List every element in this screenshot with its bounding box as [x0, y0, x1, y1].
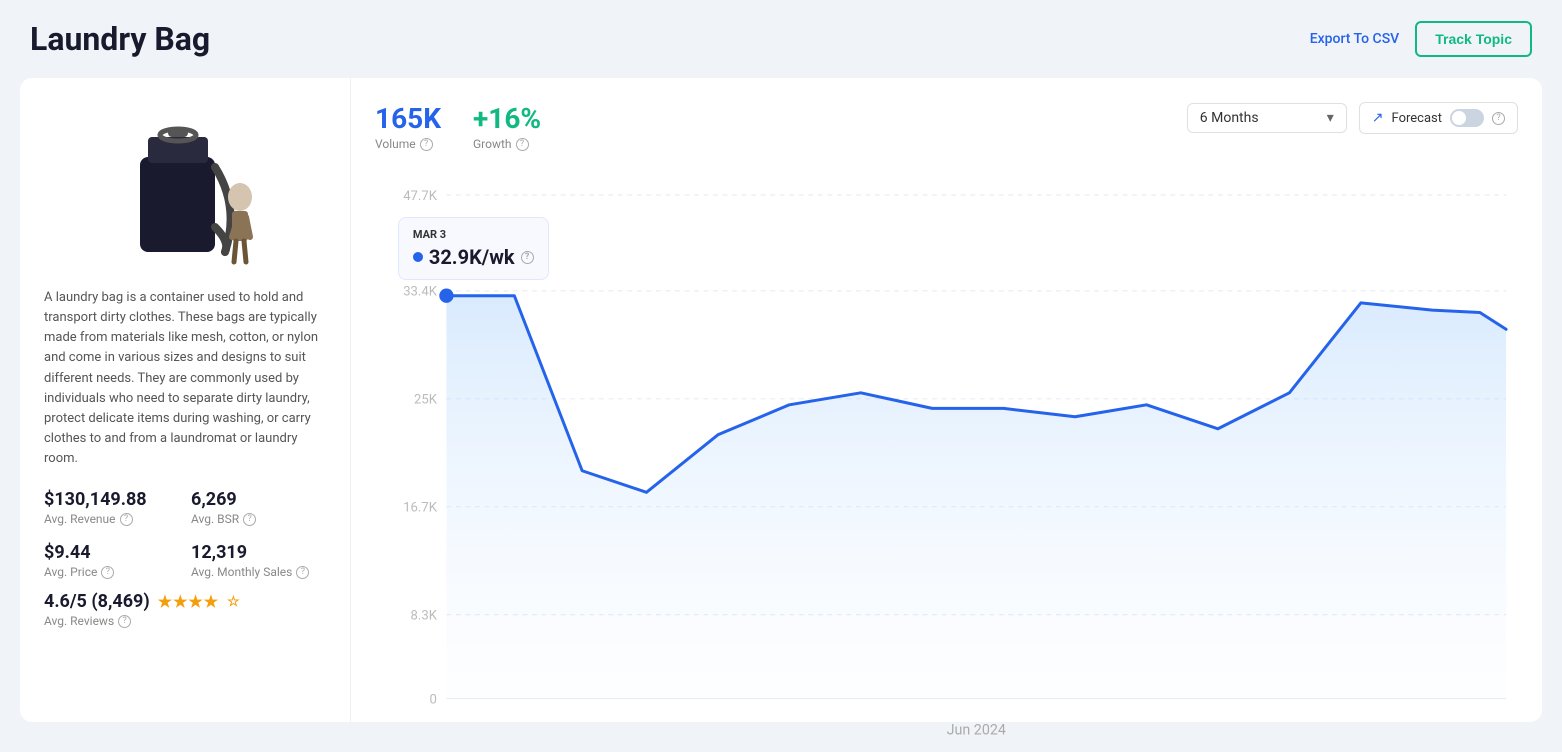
avg-bsr-label: Avg. BSR ?	[191, 512, 326, 526]
chart-metrics: 165K Volume ? +16% Growth ?	[375, 102, 541, 151]
page-header: Laundry Bag Export To CSV Track Topic	[0, 0, 1562, 78]
avg-monthly-sales-help-icon[interactable]: ?	[296, 566, 309, 579]
header-actions: Export To CSV Track Topic	[1310, 21, 1532, 57]
forecast-trend-icon: ↗	[1372, 110, 1384, 126]
product-image-container	[44, 102, 326, 272]
avg-bsr-help-icon[interactable]: ?	[243, 513, 256, 526]
avg-reviews-label: Avg. Reviews ?	[44, 614, 326, 628]
product-description: A laundry bag is a container used to hol…	[44, 288, 326, 469]
main-content: A laundry bag is a container used to hol…	[0, 78, 1562, 742]
avg-revenue-label: Avg. Revenue ?	[44, 512, 179, 526]
forecast-help-icon[interactable]: ?	[1492, 112, 1505, 125]
stat-avg-bsr: 6,269 Avg. BSR ?	[191, 489, 326, 526]
dropdown-arrow-icon: ▾	[1327, 110, 1334, 126]
stat-avg-price: $9.44 Avg. Price ?	[44, 542, 179, 579]
y-label-47k: 47.7K	[403, 189, 437, 204]
growth-value: +16%	[473, 102, 541, 135]
stats-grid: $130,149.88 Avg. Revenue ? 6,269 Avg. BS…	[44, 489, 326, 579]
avg-monthly-sales-label: Avg. Monthly Sales ?	[191, 565, 326, 579]
stat-avg-monthly-sales: 12,319 Avg. Monthly Sales ?	[191, 542, 326, 579]
avg-monthly-sales-value: 12,319	[191, 542, 326, 563]
y-label-0: 0	[430, 692, 437, 707]
avg-price-help-icon[interactable]: ?	[101, 566, 114, 579]
rating-stars: ★★★★	[158, 592, 219, 611]
half-star-icon: ☆	[227, 594, 240, 610]
avg-revenue-help-icon[interactable]: ?	[120, 513, 133, 526]
chart-header: 165K Volume ? +16% Growth ? 6 Months	[375, 102, 1518, 151]
forecast-toggle: ↗ Forecast ?	[1359, 102, 1518, 134]
y-label-33k: 33.4K	[403, 285, 437, 300]
avg-price-value: $9.44	[44, 542, 179, 563]
months-selected: 6 Months	[1200, 110, 1259, 126]
volume-metric: 165K Volume ?	[375, 102, 441, 151]
forecast-toggle-switch[interactable]	[1450, 109, 1484, 127]
growth-help-icon[interactable]: ?	[516, 138, 529, 151]
avg-bsr-value: 6,269	[191, 489, 326, 510]
y-label-25k: 25K	[414, 393, 438, 408]
avg-revenue-value: $130,149.88	[44, 489, 179, 510]
forecast-label: Forecast	[1392, 111, 1442, 126]
volume-value: 165K	[375, 102, 441, 135]
avg-price-label: Avg. Price ?	[44, 565, 179, 579]
line-chart: 47.7K 33.4K 25K 16.7K 8.3K 0	[375, 171, 1518, 747]
stat-avg-revenue: $130,149.88 Avg. Revenue ?	[44, 489, 179, 526]
rating-value: 4.6/5 (8,469) ★★★★ ☆	[44, 591, 326, 612]
chart-controls: 6 Months ▾ ↗ Forecast ?	[1187, 102, 1518, 134]
chart-area: MAR 3 32.9K/wk ? 47.7K 33.4K 25K	[375, 171, 1518, 747]
avg-reviews-help-icon[interactable]: ?	[118, 615, 131, 628]
growth-label: Growth ?	[473, 137, 541, 151]
page-title: Laundry Bag	[30, 20, 210, 58]
volume-help-icon[interactable]: ?	[420, 138, 433, 151]
months-dropdown[interactable]: 6 Months ▾	[1187, 103, 1347, 133]
export-csv-link[interactable]: Export To CSV	[1310, 31, 1400, 47]
x-label-jun2024: Jun 2024	[947, 722, 1006, 738]
growth-metric: +16% Growth ?	[473, 102, 541, 151]
chart-datapoint	[439, 288, 453, 302]
product-image	[110, 107, 260, 267]
y-label-8k: 8.3K	[411, 608, 438, 623]
track-topic-button[interactable]: Track Topic	[1415, 21, 1532, 57]
y-label-16k: 16.7K	[403, 500, 437, 515]
right-panel: 165K Volume ? +16% Growth ? 6 Months	[350, 78, 1542, 722]
left-panel: A laundry bag is a container used to hol…	[20, 78, 350, 722]
rating-section: 4.6/5 (8,469) ★★★★ ☆ Avg. Reviews ?	[44, 591, 326, 628]
volume-label: Volume ?	[375, 137, 441, 151]
